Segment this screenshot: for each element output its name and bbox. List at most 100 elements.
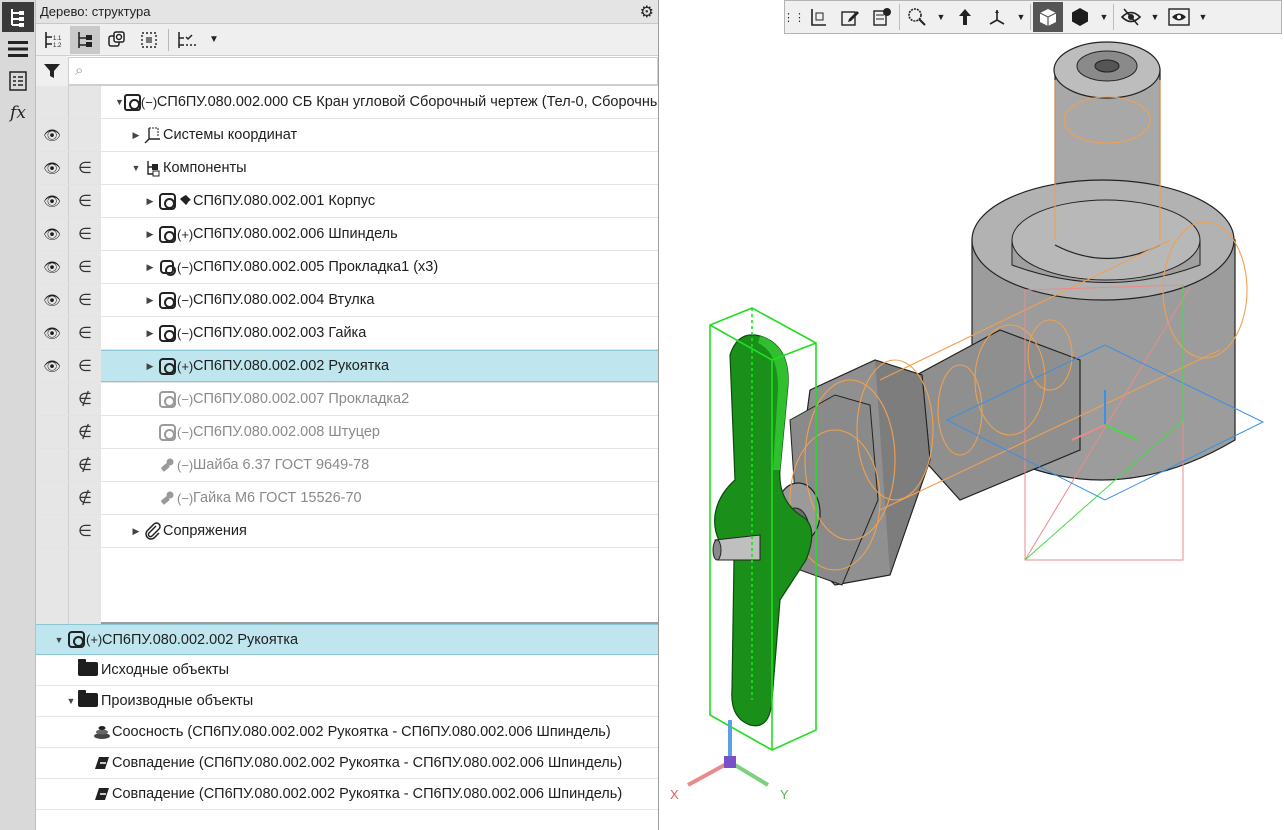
visibility-eye-icon[interactable]: 👁	[36, 218, 68, 250]
include-cell	[69, 119, 101, 151]
chevron-down-icon[interactable]: ▼	[205, 26, 223, 54]
include-element-icon[interactable]: ∈	[69, 251, 101, 283]
include-element-icon[interactable]: ∈	[69, 350, 101, 382]
tree-label: СП6ПУ.080.002.000 СБ Кран угловой Сбороч…	[156, 94, 658, 110]
tree-row-components[interactable]: 👁 ∈ ▼ Компоненты	[36, 152, 658, 185]
excluded-element-icon[interactable]: ∉	[69, 416, 101, 448]
include-element-icon[interactable]: ∈	[69, 218, 101, 250]
function-fx-icon[interactable]: fx	[2, 98, 34, 128]
toolbar-grip-icon[interactable]: ⋮⋮	[783, 2, 805, 32]
selection-frame-icon[interactable]	[134, 26, 164, 54]
tree-row-mates[interactable]: ∈ ▶ Сопряжения	[36, 515, 658, 548]
expand-arrow-icon[interactable]: ▶	[143, 295, 157, 306]
relation-row-coaxial[interactable]: Соосность (СП6ПУ.080.002.002 Рукоятка - …	[36, 717, 658, 748]
zoom-icon[interactable]	[902, 2, 932, 32]
chevron-down-icon[interactable]: ▼	[1196, 12, 1210, 22]
components-view-icon[interactable]	[102, 26, 132, 54]
properties-list-icon[interactable]	[2, 66, 34, 96]
tree-row-prokladka2[interactable]: ∉ (−) СП6ПУ.080.002.007 Прокладка2	[36, 383, 658, 416]
relations-selected-row[interactable]: ▼ (+) СП6ПУ.080.002.002 Рукоятка	[36, 624, 658, 655]
expand-arrow-icon[interactable]: ▶	[143, 262, 157, 273]
excluded-element-icon[interactable]: ∉	[69, 383, 101, 415]
relation-label: Совпадение (СП6ПУ.080.002.002 Рукоятка -…	[112, 755, 623, 771]
svg-text:1.1: 1.1	[53, 36, 62, 42]
tree-structure-icon[interactable]	[2, 2, 34, 32]
expand-arrow-icon[interactable]: ▶	[129, 526, 143, 537]
expand-arrow-icon[interactable]: ▼	[129, 163, 143, 173]
relation-row-coincident[interactable]: Совпадение (СП6ПУ.080.002.002 Рукоятка -…	[36, 779, 658, 810]
include-element-icon[interactable]: ∈	[69, 152, 101, 184]
expand-arrow-icon[interactable]: ▶	[129, 130, 143, 141]
tree-row-rukoyatka[interactable]: 👁 ∈ ▶ (+) СП6ПУ.080.002.002 Рукоятка	[36, 350, 658, 383]
visibility-eye-icon[interactable]: 👁	[36, 317, 68, 349]
expand-arrow-icon[interactable]: ▶	[143, 361, 157, 372]
filter-funnel-icon[interactable]	[36, 55, 68, 86]
tree-row-content: (−) СП6ПУ.080.002.007 Прокладка2	[101, 383, 658, 415]
expand-arrow-icon[interactable]: ▼	[115, 97, 124, 107]
hide-eye-icon[interactable]	[1116, 2, 1146, 32]
visibility-frame-icon[interactable]	[1164, 2, 1194, 32]
chevron-down-icon[interactable]: ▼	[1148, 12, 1162, 22]
include-element-icon[interactable]: ∈	[69, 185, 101, 217]
search-input[interactable]: ⌕	[68, 56, 658, 85]
save-view-icon[interactable]	[867, 2, 897, 32]
tree-row-gaika-m6[interactable]: ∉ (−) Гайка М6 ГОСТ 15526-70	[36, 482, 658, 515]
tree-row-vtulka[interactable]: 👁 ∈ ▶ (−) СП6ПУ.080.002.004 Втулка	[36, 284, 658, 317]
source-objects-label: Исходные объекты	[101, 662, 230, 678]
left-panel-strip: fx	[0, 0, 36, 830]
chevron-down-icon[interactable]: ▼	[934, 12, 948, 22]
tree-label: Шайба 6.37 ГОСТ 9649-78	[193, 457, 370, 473]
tree-row-shpindel[interactable]: 👁 ∈ ▶ (+) СП6ПУ.080.002.006 Шпиндель	[36, 218, 658, 251]
visibility-eye-icon[interactable]: 👁	[36, 152, 68, 184]
gear-icon[interactable]: ⚙	[640, 2, 654, 22]
tree-row-shtucer[interactable]: ∉ (−) СП6ПУ.080.002.008 Штуцер	[36, 416, 658, 449]
visibility-eye-icon[interactable]: 👁	[36, 119, 68, 151]
expand-arrow-icon[interactable]: ▼	[52, 635, 66, 645]
tree-row-shaiba[interactable]: ∉ (−) Шайба 6.37 ГОСТ 9649-78	[36, 449, 658, 482]
visibility-eye-icon[interactable]: 👁	[36, 251, 68, 283]
chevron-down-icon[interactable]: ▼	[1014, 12, 1028, 22]
tree-label: СП6ПУ.080.002.003 Гайка	[193, 325, 367, 341]
source-objects-row[interactable]: Исходные объекты	[36, 655, 658, 686]
include-element-icon[interactable]: ∈	[69, 515, 101, 547]
excluded-element-icon[interactable]: ∉	[69, 482, 101, 514]
shaded-cube-icon[interactable]	[1033, 2, 1063, 32]
tree-row-prokladka1[interactable]: 👁 ∈ ▶ (−) СП6ПУ.080.002.005 Прокладка1 (…	[36, 251, 658, 284]
expand-arrow-icon[interactable]: ▼	[64, 696, 78, 706]
tree-row-root[interactable]: ▼ (−) СП6ПУ.080.002.000 СБ Кран угловой …	[36, 86, 658, 119]
expand-arrow-icon[interactable]: ▶	[143, 229, 157, 240]
hamburger-menu-icon[interactable]	[2, 34, 34, 64]
tree-structure-view-icon[interactable]	[70, 25, 100, 54]
axis-x-label: X	[670, 787, 679, 802]
body-part	[775, 41, 1236, 586]
orientation-icon[interactable]	[803, 2, 833, 32]
expand-arrow-icon[interactable]: ▶	[143, 328, 157, 339]
derived-objects-row[interactable]: ▼ Производные объекты	[36, 686, 658, 717]
relations-panel: ▼ (+) СП6ПУ.080.002.002 Рукоятка Исходны…	[36, 624, 658, 810]
tree-label: Сопряжения	[163, 523, 247, 539]
toolbar-separator	[899, 4, 900, 30]
tree-row-korpus[interactable]: 👁 ∈ ▶ СП6ПУ.080.002.001 Корпус	[36, 185, 658, 218]
filter-tree-icon[interactable]	[173, 26, 203, 54]
include-element-icon[interactable]: ∈	[69, 317, 101, 349]
include-element-icon[interactable]: ∈	[69, 284, 101, 316]
excluded-element-icon[interactable]: ∉	[69, 449, 101, 481]
visibility-cell	[36, 515, 68, 547]
visibility-eye-icon[interactable]: 👁	[36, 185, 68, 217]
expand-arrow-icon[interactable]: ▶	[143, 196, 157, 207]
rotate-axes-icon[interactable]	[982, 2, 1012, 32]
derived-objects-label: Производные объекты	[101, 693, 254, 709]
tree-row-content: ▶ (−) СП6ПУ.080.002.003 Гайка	[101, 317, 658, 349]
relation-row-coincident[interactable]: Совпадение (СП6ПУ.080.002.002 Рукоятка -…	[36, 748, 658, 779]
tree-panel: Дерево: структура ⚙ 1.1 1.2 ▼ ⌕ ▼ (−) СП…	[36, 0, 659, 830]
visibility-eye-icon[interactable]: 👁	[36, 284, 68, 316]
tree-row-gaika[interactable]: 👁 ∈ ▶ (−) СП6ПУ.080.002.003 Гайка	[36, 317, 658, 350]
hexagon-display-icon[interactable]	[1065, 2, 1095, 32]
tree-numbered-icon[interactable]: 1.1 1.2	[38, 26, 68, 54]
tree-row-coordinate-systems[interactable]: 👁 ▶ Системы координат	[36, 119, 658, 152]
sketch-edit-icon[interactable]	[835, 2, 865, 32]
chevron-down-icon[interactable]: ▼	[1097, 12, 1111, 22]
pan-icon[interactable]	[950, 2, 980, 32]
visibility-eye-icon[interactable]: 👁	[36, 350, 68, 382]
3d-viewport[interactable]: X Y ⋮⋮ ▼ ▼ ▼ ▼ ▼	[660, 0, 1284, 830]
